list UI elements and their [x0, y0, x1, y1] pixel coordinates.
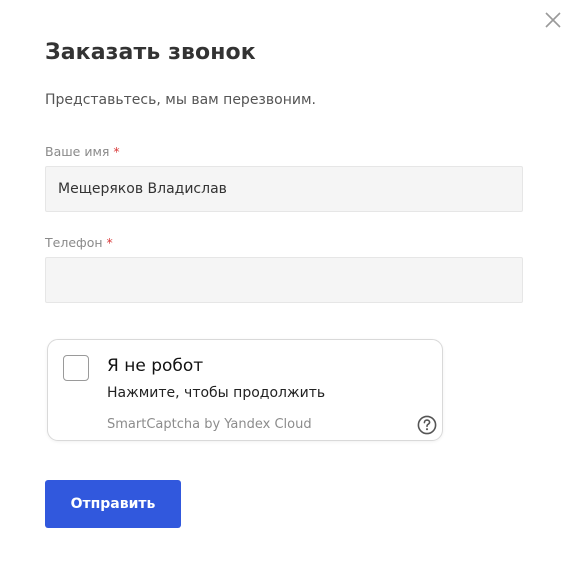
captcha-title: Я не робот: [107, 356, 204, 376]
modal-title: Заказать звонок: [45, 40, 256, 65]
required-mark: *: [113, 144, 120, 159]
name-input[interactable]: [45, 166, 523, 212]
callback-modal: Заказать звонок Представьтесь, мы вам пе…: [0, 0, 568, 569]
name-label: Ваше имя *: [45, 144, 120, 159]
modal-subtitle: Представьтесь, мы вам перезвоним.: [45, 92, 316, 108]
name-label-text: Ваше имя: [45, 144, 110, 159]
captcha-brand: SmartCaptcha by Yandex Cloud: [107, 417, 312, 432]
close-icon[interactable]: [542, 9, 564, 31]
required-mark: *: [106, 235, 113, 250]
phone-input[interactable]: [45, 257, 523, 303]
captcha-checkbox[interactable]: [63, 355, 89, 381]
phone-label: Телефон *: [45, 235, 113, 250]
captcha-widget: Я не робот Нажмите, чтобы продолжить Sma…: [47, 339, 443, 441]
captcha-subtitle: Нажмите, чтобы продолжить: [107, 385, 326, 401]
question-circle-icon[interactable]: [417, 415, 437, 435]
submit-button[interactable]: Отправить: [45, 480, 181, 528]
phone-label-text: Телефон: [45, 235, 103, 250]
